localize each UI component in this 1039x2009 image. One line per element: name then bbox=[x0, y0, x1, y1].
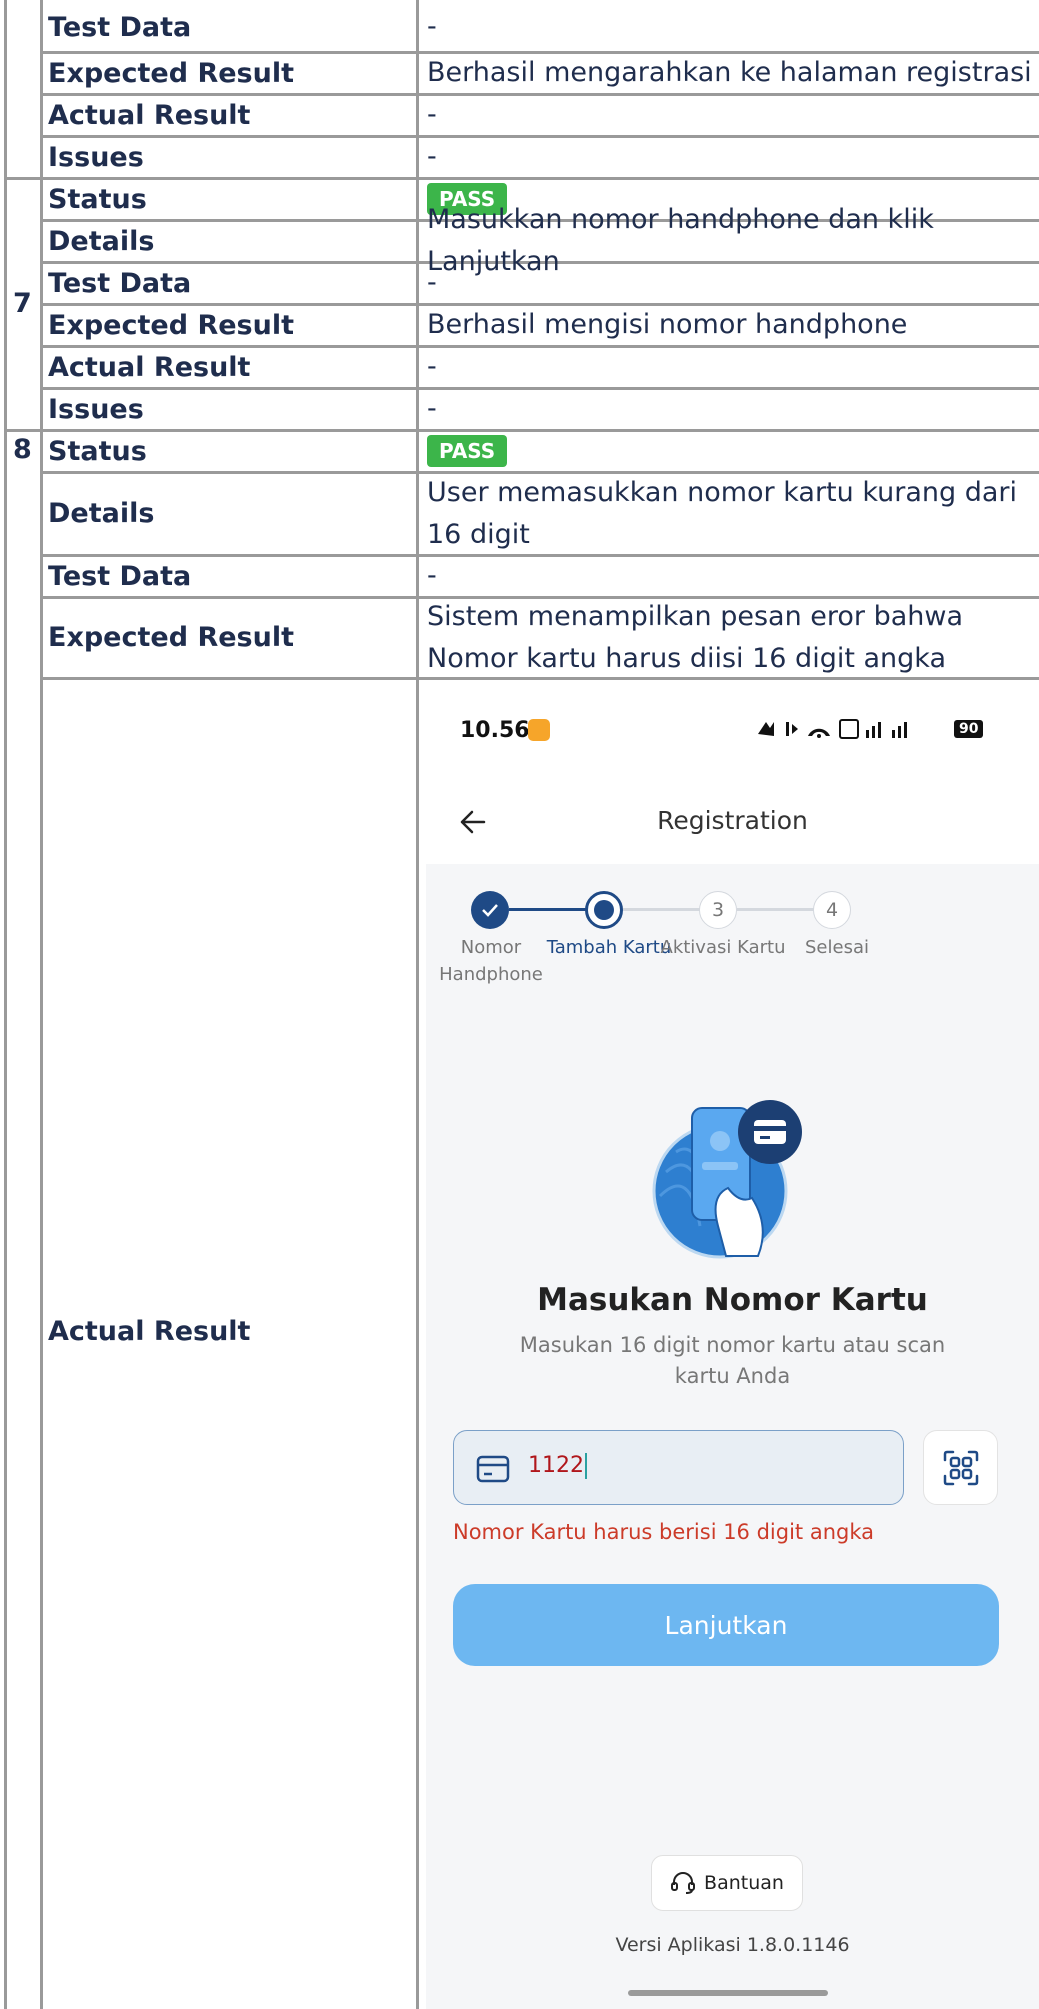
step-2-active-icon bbox=[585, 891, 623, 929]
clock: 10.56 bbox=[460, 718, 530, 743]
label-issues: Issues bbox=[48, 393, 144, 425]
value-issues: - bbox=[427, 393, 437, 424]
card-number-input[interactable]: 1122 bbox=[453, 1430, 904, 1505]
card-number-instructions: Masukan 16 digit nomor kartu atau scan k… bbox=[519, 1333, 946, 1388]
status-bar: 10.56 90 bbox=[426, 680, 1039, 780]
home-indicator bbox=[628, 1990, 828, 1996]
card-number-value: 1122 bbox=[528, 1453, 587, 1479]
label-status: Status bbox=[48, 435, 147, 467]
value-expected-result: Sistem menampilkan pesan eror bahwa Nomo… bbox=[427, 600, 964, 674]
label-actual-result: Actual Result bbox=[48, 351, 251, 383]
continue-button[interactable]: Lanjutkan bbox=[453, 1584, 999, 1666]
step-1-label: Nomor Handphone bbox=[439, 937, 543, 985]
help-label: Bantuan bbox=[704, 1872, 784, 1894]
battery-icon: 90 bbox=[954, 720, 984, 738]
scan-card-button[interactable] bbox=[923, 1430, 998, 1505]
card-number-heading: Masukan Nomor Kartu bbox=[537, 1282, 928, 1318]
step-1-check-icon bbox=[471, 891, 509, 929]
value-expected-result: Berhasil mengarahkan ke halaman registra… bbox=[427, 57, 1032, 88]
case-divider bbox=[4, 429, 1039, 432]
case-number: 8 bbox=[13, 434, 32, 465]
label-test-data: Test Data bbox=[48, 267, 192, 299]
step-4-circle: 4 bbox=[813, 891, 851, 929]
value-issues: - bbox=[427, 141, 437, 172]
value-details: User memasukkan nomor kartu kurang dari … bbox=[427, 476, 1018, 550]
scan-icon bbox=[943, 1450, 978, 1485]
signal-icons bbox=[756, 716, 946, 748]
app-version: Versi Aplikasi 1.8.0.1146 bbox=[615, 1934, 850, 1956]
app-bar: Registration bbox=[426, 780, 1039, 864]
label-issues: Issues bbox=[48, 141, 144, 173]
value-status: PASS bbox=[427, 430, 508, 472]
label-test-data: Test Data bbox=[48, 560, 192, 592]
label-expected-result: Expected Result bbox=[48, 622, 295, 653]
value-details: Masukkan nomor handphone dan klik Lanjut… bbox=[427, 204, 934, 277]
credit-card-icon bbox=[476, 1455, 510, 1483]
number-column-border bbox=[40, 0, 43, 2009]
label-actual-result: Actual Result bbox=[48, 1315, 251, 1347]
status-badge: PASS bbox=[427, 435, 508, 467]
page-title: Registration bbox=[657, 806, 808, 835]
value-test-data: - bbox=[427, 11, 437, 42]
label-details: Details bbox=[48, 498, 155, 529]
table-left-border bbox=[4, 0, 7, 2009]
label-status: Status bbox=[48, 183, 147, 215]
value-actual-result: - bbox=[427, 99, 437, 130]
add-card-illustration bbox=[652, 1100, 802, 1259]
step-4-label: Selesai bbox=[805, 937, 869, 958]
case-divider bbox=[4, 177, 1039, 180]
value-test-data: - bbox=[427, 560, 437, 591]
value-test-data: - bbox=[427, 267, 437, 298]
headset-icon bbox=[671, 1872, 696, 1894]
card-number-error: Nomor Kartu harus berisi 16 digit angka bbox=[453, 1520, 875, 1544]
notification-icon bbox=[528, 719, 550, 741]
label-test-data: Test Data bbox=[48, 11, 192, 43]
text-caret bbox=[585, 1453, 587, 1479]
label-expected-result: Expected Result bbox=[48, 309, 295, 341]
label-actual-result: Actual Result bbox=[48, 99, 251, 131]
case-number: 7 bbox=[13, 288, 32, 319]
label-details: Details bbox=[48, 225, 155, 257]
label-expected-result: Expected Result bbox=[48, 57, 295, 89]
registration-screenshot: 10.56 90 Registration 3 4 Nomor Handphon… bbox=[426, 680, 1039, 2009]
help-button[interactable]: Bantuan bbox=[651, 1855, 803, 1911]
value-actual-result: - bbox=[427, 351, 437, 382]
value-expected-result: Berhasil mengisi nomor handphone bbox=[427, 309, 908, 340]
step-3-circle: 3 bbox=[699, 891, 737, 929]
label-column-border bbox=[416, 0, 419, 2009]
